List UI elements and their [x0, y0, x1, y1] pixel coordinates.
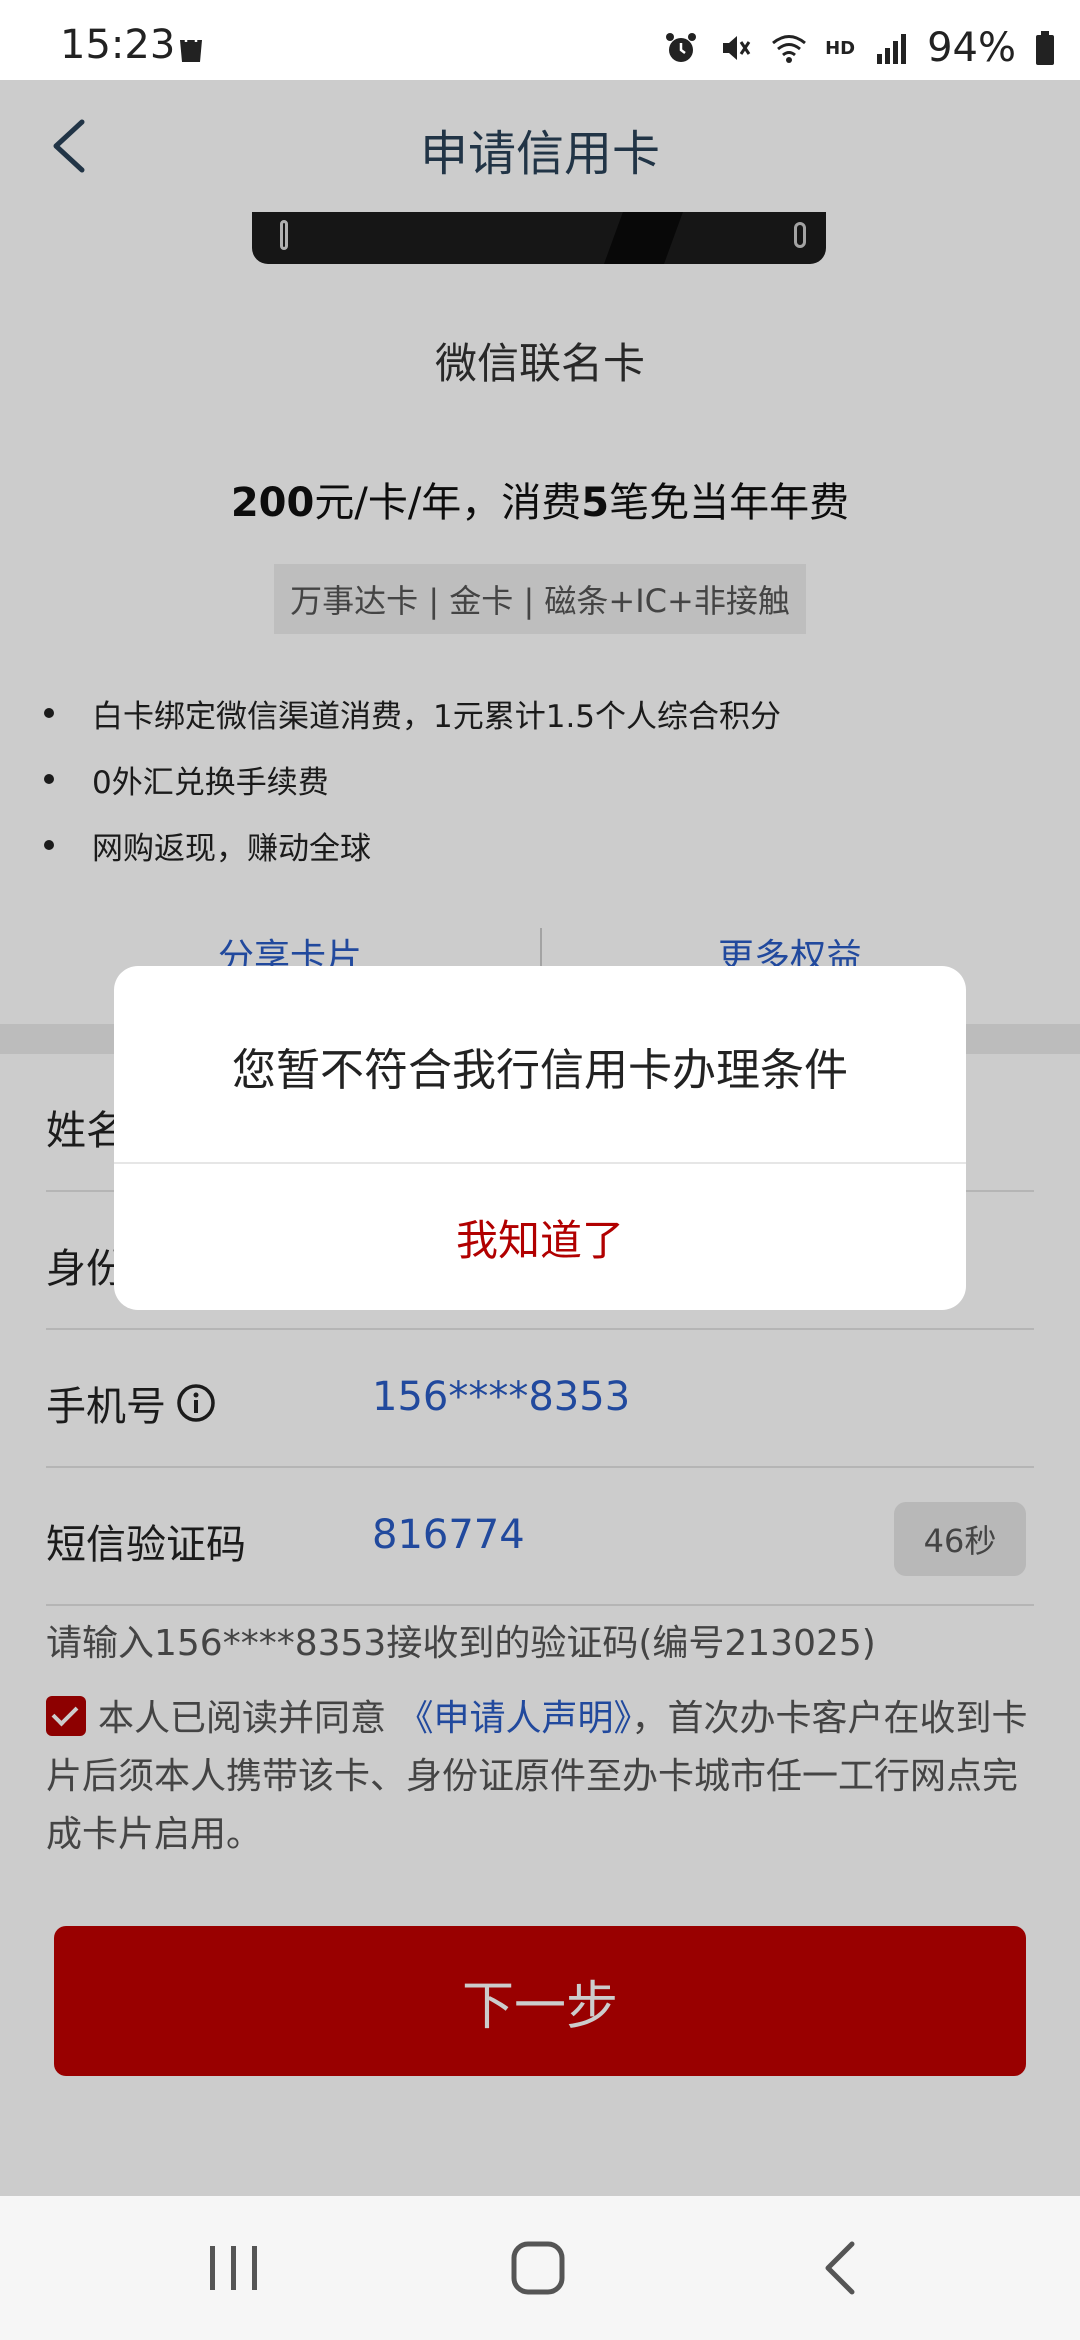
status-bar: 15:23 HD 94%	[0, 0, 1080, 80]
back-icon[interactable]	[820, 2240, 860, 2296]
status-icons: HD 94%	[663, 25, 1056, 71]
shopping-bag-icon	[180, 30, 202, 62]
battery-icon	[1036, 31, 1054, 65]
dialog-message: 您暂不符合我行信用卡办理条件	[232, 1045, 848, 1096]
signal-icon	[877, 34, 907, 64]
alarm-icon	[666, 33, 697, 62]
ineligible-dialog: 您暂不符合我行信用卡办理条件 我知道了	[114, 966, 966, 1310]
status-time: 15:23	[60, 22, 176, 68]
battery-percent: 94%	[927, 25, 1016, 71]
system-nav-bar	[0, 2196, 1080, 2340]
recent-apps-icon[interactable]	[204, 2242, 264, 2294]
dialog-confirm-button[interactable]: 我知道了	[114, 1164, 966, 1310]
home-icon[interactable]	[510, 2240, 566, 2296]
hd-indicator: HD	[825, 37, 856, 59]
wifi-icon	[772, 35, 807, 63]
mute-icon	[723, 36, 751, 60]
